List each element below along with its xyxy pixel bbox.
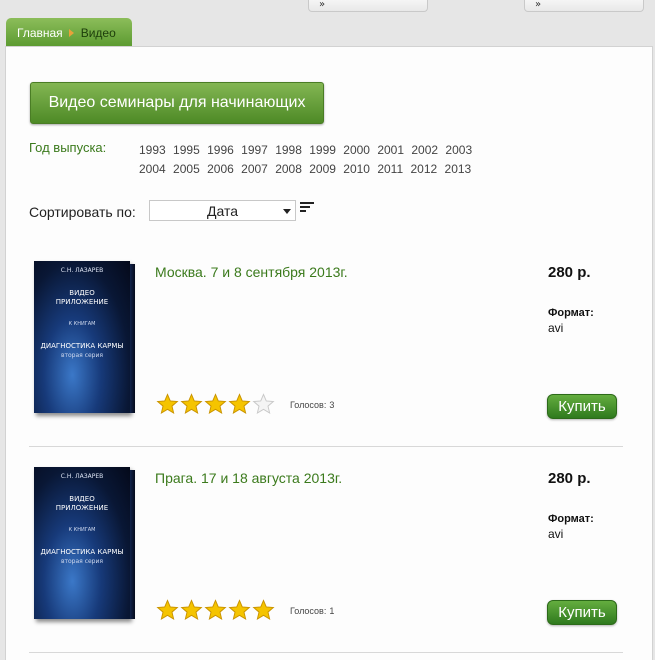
year-link[interactable]: 2011 bbox=[377, 162, 403, 176]
star-empty-icon[interactable] bbox=[252, 393, 275, 415]
year-link[interactable]: 2000 bbox=[343, 143, 370, 157]
cover-subtitle: К КНИГАМ bbox=[68, 527, 96, 533]
year-link[interactable]: 1999 bbox=[309, 143, 336, 157]
votes-label: Голосов: bbox=[290, 400, 327, 410]
star-filled-icon[interactable] bbox=[228, 393, 251, 415]
rating-stars[interactable] bbox=[156, 393, 276, 415]
year-filter-label: Год выпуска: bbox=[29, 140, 107, 155]
format-label: Формат: bbox=[548, 307, 594, 319]
item-divider bbox=[29, 652, 623, 653]
cover-title-line2: ПРИЛОЖЕНИЕ bbox=[55, 504, 109, 512]
year-link[interactable]: 2004 bbox=[139, 162, 166, 176]
cover-book-title: ДИАГНОСТИКА КАРМЫ bbox=[40, 548, 124, 556]
year-link[interactable]: 1997 bbox=[241, 143, 268, 157]
product-cover-image[interactable]: С.Н. ЛАЗАРЕВ ВИДЕО ПРИЛОЖЕНИЕ К КНИГАМ ДИ… bbox=[34, 467, 135, 619]
cover-series: вторая серия bbox=[60, 352, 103, 359]
cover-spine bbox=[130, 264, 135, 413]
votes-number: 1 bbox=[329, 606, 335, 616]
year-link[interactable]: 2003 bbox=[445, 143, 472, 157]
cover-title: ВИДЕО ПРИЛОЖЕНИЕ bbox=[34, 289, 130, 307]
year-link[interactable]: 2001 bbox=[377, 143, 404, 157]
breadcrumb-home-link[interactable]: Главная bbox=[17, 26, 63, 40]
rating-stars[interactable] bbox=[156, 599, 276, 621]
item-divider bbox=[29, 446, 623, 447]
top-menu-button-1[interactable]: » bbox=[308, 0, 428, 12]
year-link[interactable]: 1998 bbox=[275, 143, 302, 157]
cover-author: С.Н. ЛАЗАРЕВ bbox=[60, 473, 104, 480]
cover-book-title: ДИАГНОСТИКА КАРМЫ bbox=[40, 342, 124, 350]
product-item: С.Н. ЛАЗАРЕВ ВИДЕО ПРИЛОЖЕНИЕ К КНИГАМ ДИ… bbox=[29, 453, 623, 653]
cover-subtitle: К КНИГАМ bbox=[68, 321, 96, 327]
product-cover-image[interactable]: С.Н. ЛАЗАРЕВ ВИДЕО ПРИЛОЖЕНИЕ К КНИГАМ ДИ… bbox=[34, 261, 135, 413]
year-filter-list: 1993 1995 1996 1997 1998 1999 2000 2001 … bbox=[139, 141, 509, 179]
star-filled-icon[interactable] bbox=[204, 393, 227, 415]
cover-title-line1: ВИДЕО bbox=[69, 495, 95, 503]
votes-number: 3 bbox=[329, 400, 335, 410]
star-filled-icon[interactable] bbox=[228, 599, 251, 621]
year-link[interactable]: 2005 bbox=[173, 162, 200, 176]
cover-title-line2: ПРИЛОЖЕНИЕ bbox=[55, 298, 109, 306]
year-link[interactable]: 2008 bbox=[275, 162, 302, 176]
format-label: Формат: bbox=[548, 513, 594, 525]
year-link[interactable]: 2010 bbox=[343, 162, 370, 176]
product-price: 280 р. bbox=[548, 470, 591, 487]
cover-title: ВИДЕО ПРИЛОЖЕНИЕ bbox=[34, 495, 130, 513]
sort-selected-value: Дата bbox=[206, 203, 238, 219]
breadcrumb-separator-icon bbox=[68, 28, 74, 37]
breadcrumb: Главная Видео bbox=[6, 18, 132, 47]
chevron-down-icon bbox=[283, 209, 291, 214]
cover-title-line1: ВИДЕО bbox=[69, 289, 95, 297]
product-title-link[interactable]: Прага. 17 и 18 августа 2013г. bbox=[155, 470, 342, 486]
product-item: С.Н. ЛАЗАРЕВ ВИДЕО ПРИЛОЖЕНИЕ К КНИГАМ ДИ… bbox=[29, 247, 623, 447]
product-title-link[interactable]: Москва. 7 и 8 сентября 2013г. bbox=[155, 264, 348, 280]
votes-count: Голосов: 3 bbox=[290, 400, 337, 410]
sort-label: Сортировать по: bbox=[29, 204, 136, 220]
cover-series: вторая серия bbox=[60, 558, 103, 565]
year-link[interactable]: 2012 bbox=[410, 162, 437, 176]
votes-count: Голосов: 1 bbox=[290, 606, 337, 616]
star-filled-icon[interactable] bbox=[252, 599, 275, 621]
star-filled-icon[interactable] bbox=[204, 599, 227, 621]
year-link[interactable]: 2006 bbox=[207, 162, 234, 176]
year-link[interactable]: 2007 bbox=[241, 162, 268, 176]
star-filled-icon[interactable] bbox=[156, 393, 179, 415]
format-value: avi bbox=[548, 321, 564, 335]
votes-label: Голосов: bbox=[290, 606, 327, 616]
year-link[interactable]: 2013 bbox=[445, 162, 472, 176]
year-link[interactable]: 2009 bbox=[309, 162, 336, 176]
sort-order-icon[interactable] bbox=[300, 202, 314, 214]
year-link[interactable]: 2002 bbox=[411, 143, 438, 157]
buy-button[interactable]: Купить bbox=[547, 394, 617, 419]
sort-select[interactable]: Дата bbox=[149, 200, 296, 221]
star-filled-icon[interactable] bbox=[156, 599, 179, 621]
breadcrumb-current: Видео bbox=[80, 25, 116, 40]
year-link[interactable]: 1996 bbox=[207, 143, 234, 157]
cover-spine bbox=[130, 470, 135, 619]
section-title-button[interactable]: Видео семинары для начинающих bbox=[30, 82, 324, 124]
star-filled-icon[interactable] bbox=[180, 599, 203, 621]
year-link[interactable]: 1993 bbox=[139, 143, 166, 157]
star-filled-icon[interactable] bbox=[180, 393, 203, 415]
format-value: avi bbox=[548, 527, 564, 541]
cover-author: С.Н. ЛАЗАРЕВ bbox=[60, 267, 104, 274]
buy-button[interactable]: Купить bbox=[547, 600, 617, 625]
year-link[interactable]: 1995 bbox=[173, 143, 200, 157]
content-panel: Видео семинары для начинающих Год выпуск… bbox=[5, 46, 653, 660]
top-menu-button-2[interactable]: » bbox=[524, 0, 644, 12]
product-price: 280 р. bbox=[548, 264, 591, 281]
